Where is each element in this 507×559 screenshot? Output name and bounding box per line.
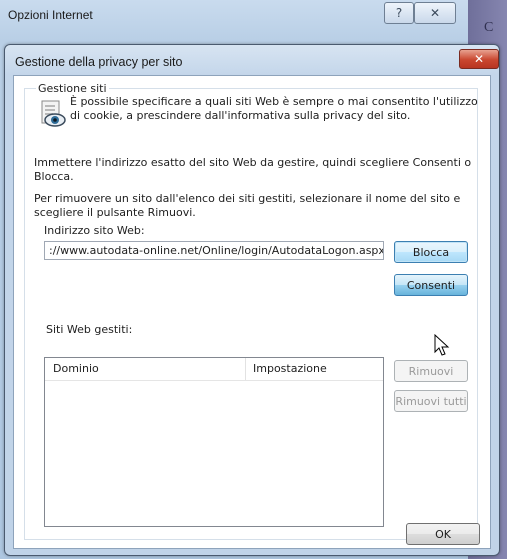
help-button[interactable]: ? <box>384 2 414 24</box>
ok-button[interactable]: OK <box>406 523 480 545</box>
url-input[interactable]: ://www.autodata-online.net/Online/login/… <box>44 241 384 260</box>
url-label: Indirizzo sito Web: <box>44 224 145 237</box>
column-header-domain[interactable]: Dominio <box>53 362 99 375</box>
dialog-client-area: Gestione siti È possibile specificare a … <box>13 75 491 549</box>
list-header: Dominio Impostazione <box>45 358 383 381</box>
allow-button[interactable]: Consenti <box>394 274 468 296</box>
remove-all-button[interactable]: Rimuovi tutti <box>394 390 468 412</box>
remove-button[interactable]: Rimuovi <box>394 360 468 382</box>
column-divider[interactable] <box>245 358 246 380</box>
group-label: Gestione siti <box>36 82 109 95</box>
background-window-title: Opzioni Internet <box>8 8 93 22</box>
block-button[interactable]: Blocca <box>394 241 468 263</box>
dialog-close-button[interactable]: ✕ <box>459 49 499 69</box>
privacy-eye-icon <box>39 100 67 128</box>
dialog-title: Gestione della privacy per sito <box>15 55 183 69</box>
mouse-pointer-icon <box>434 334 450 356</box>
managed-sites-list[interactable]: Dominio Impostazione <box>44 357 384 527</box>
instructions-text: Immettere l'indirizzo esatto del sito We… <box>34 156 472 183</box>
background-edge-text: C <box>484 20 494 35</box>
background-close-button[interactable]: ✕ <box>414 2 456 24</box>
column-header-setting[interactable]: Impostazione <box>253 362 327 375</box>
remove-instructions-text: Per rimuovere un sito dall'elenco dei si… <box>34 192 461 219</box>
privacy-per-site-dialog: Gestione della privacy per sito ✕ Gestio… <box>4 44 500 556</box>
managed-sites-label: Siti Web gestiti: <box>46 323 133 336</box>
info-text: È possibile specificare a quali siti Web… <box>70 95 478 122</box>
